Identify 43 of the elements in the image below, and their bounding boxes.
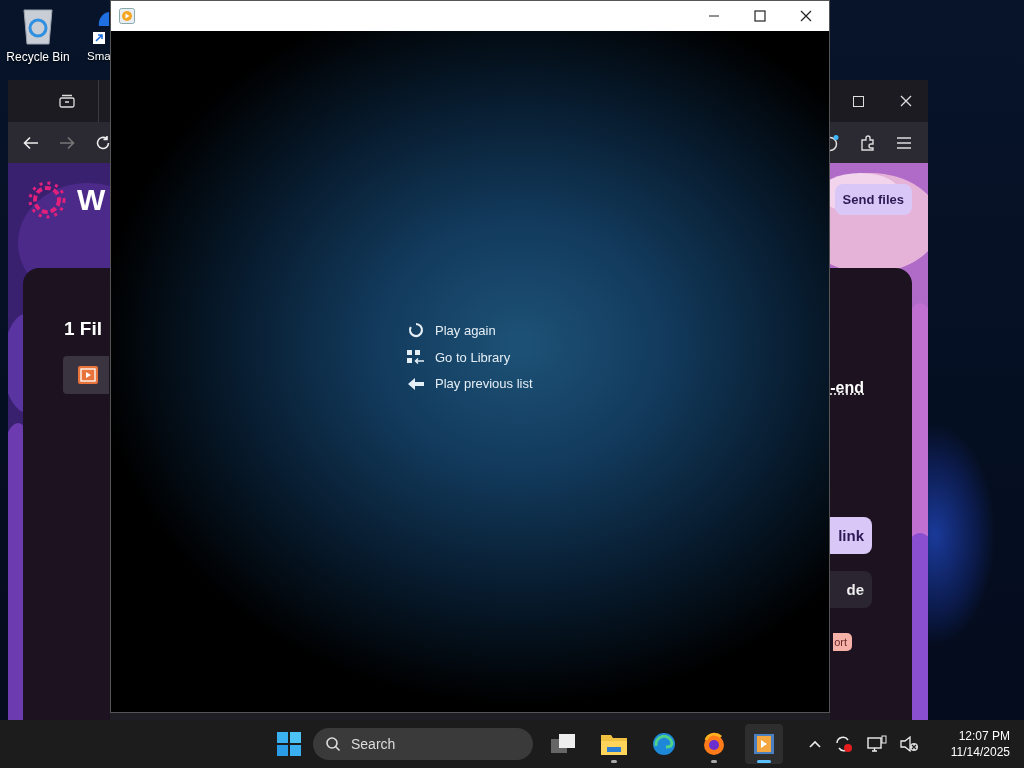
recycle-bin-icon[interactable]: [20, 6, 56, 46]
maximize-icon[interactable]: [754, 10, 766, 22]
desktop-icon-label[interactable]: Sma: [87, 50, 111, 62]
send-files-button[interactable]: Send files: [834, 184, 912, 215]
menu-item[interactable]: Play again: [407, 322, 533, 338]
folder-icon: [601, 733, 627, 755]
file-item[interactable]: [63, 356, 109, 394]
firefox-browser-icon: [702, 732, 726, 756]
tab-groups-icon[interactable]: [59, 94, 75, 108]
menu-icon[interactable]: [896, 135, 912, 150]
muted-speaker-icon[interactable]: [899, 735, 920, 753]
tag[interactable]: ort: [833, 633, 852, 651]
library-icon: [407, 349, 425, 365]
back-arrow-icon: [407, 376, 425, 391]
video-file-icon: [77, 365, 99, 385]
back-icon[interactable]: [23, 135, 39, 150]
extensions-icon[interactable]: [860, 134, 876, 151]
clock-date[interactable]: 11/14/2025: [950, 745, 1010, 759]
sync-icon[interactable]: [833, 734, 854, 754]
app-icon: [119, 8, 135, 24]
menu-item[interactable]: Go to Library: [407, 349, 533, 365]
menu-item[interactable]: Play previous list: [407, 376, 533, 391]
account-icon[interactable]: [828, 133, 840, 152]
logo-icon[interactable]: [27, 180, 67, 220]
media-player-icon: [753, 733, 775, 755]
network-icon[interactable]: [866, 735, 887, 753]
taskbar-app-button[interactable]: [745, 724, 783, 764]
desktop-icon-label[interactable]: Recycle Bin: [6, 50, 70, 64]
edge-browser-icon: [652, 732, 676, 756]
secondary-button[interactable]: de: [830, 571, 872, 608]
task-view-icon: [551, 733, 577, 755]
close-icon[interactable]: [800, 10, 812, 22]
file-count-heading: 1 Fil: [64, 318, 103, 340]
search-field[interactable]: Search: [313, 728, 533, 760]
reload-icon[interactable]: [95, 134, 111, 151]
site-title: W: [77, 182, 106, 218]
start-icon[interactable]: [277, 732, 301, 756]
link-text[interactable]: -end: [830, 379, 864, 397]
replay-icon: [407, 322, 425, 338]
search-icon: [325, 736, 341, 752]
link-button[interactable]: link: [830, 517, 872, 554]
chevron-up-icon[interactable]: [808, 740, 821, 748]
clock-time[interactable]: 12:07 PM: [958, 729, 1010, 743]
